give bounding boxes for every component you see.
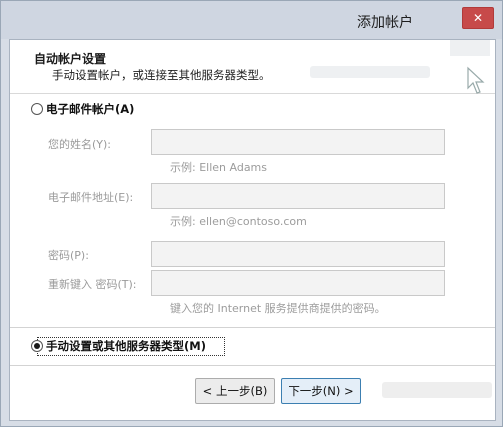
password-label: 密码(P): — [48, 249, 89, 262]
retype-password-label: 重新键入 密码(T): — [48, 278, 137, 291]
blurred-region — [450, 40, 490, 56]
manual-setup-label[interactable]: 手动设置或其他服务器类型(M) — [46, 338, 206, 354]
window-frame: 添加帐户 ✕ 自动帐户设置 手动设置帐户，或连接至其他服务器类型。 电子邮件帐户… — [0, 0, 503, 427]
next-button[interactable]: 下一步(N) > — [281, 378, 361, 404]
name-label: 您的姓名(Y): — [48, 138, 112, 151]
password-input[interactable] — [151, 241, 445, 267]
back-button[interactable]: < 上一步(B) — [195, 378, 275, 404]
close-icon: ✕ — [472, 11, 484, 25]
header-title: 自动帐户设置 — [34, 52, 107, 66]
separator — [10, 365, 495, 366]
title-bar: 添加帐户 ✕ — [1, 1, 502, 39]
password-hint: 键入您的 Internet 服务提供商提供的密码。 — [170, 302, 386, 315]
blurred-region — [310, 66, 430, 78]
blurred-region — [382, 382, 492, 398]
email-account-label[interactable]: 电子邮件帐户(A) — [46, 101, 134, 117]
email-account-radio[interactable] — [31, 103, 43, 115]
name-example: 示例: Ellen Adams — [170, 161, 268, 174]
close-button[interactable]: ✕ — [462, 7, 494, 29]
dialog-header: 自动帐户设置 手动设置帐户，或连接至其他服务器类型。 — [10, 40, 495, 94]
email-example: 示例: ellen@contoso.com — [170, 215, 307, 228]
manual-setup-radio[interactable] — [31, 340, 43, 352]
separator — [10, 327, 495, 328]
name-input[interactable] — [151, 129, 445, 155]
email-label: 电子邮件地址(E): — [48, 191, 134, 204]
header-subtitle: 手动设置帐户，或连接至其他服务器类型。 — [52, 68, 271, 82]
window-title: 添加帐户 — [357, 15, 413, 31]
add-account-dialog: 自动帐户设置 手动设置帐户，或连接至其他服务器类型。 电子邮件帐户(A) 您的姓… — [9, 39, 496, 421]
wizard-cursor-icon — [467, 66, 485, 94]
email-input[interactable] — [151, 183, 445, 209]
retype-password-input[interactable] — [151, 270, 445, 296]
